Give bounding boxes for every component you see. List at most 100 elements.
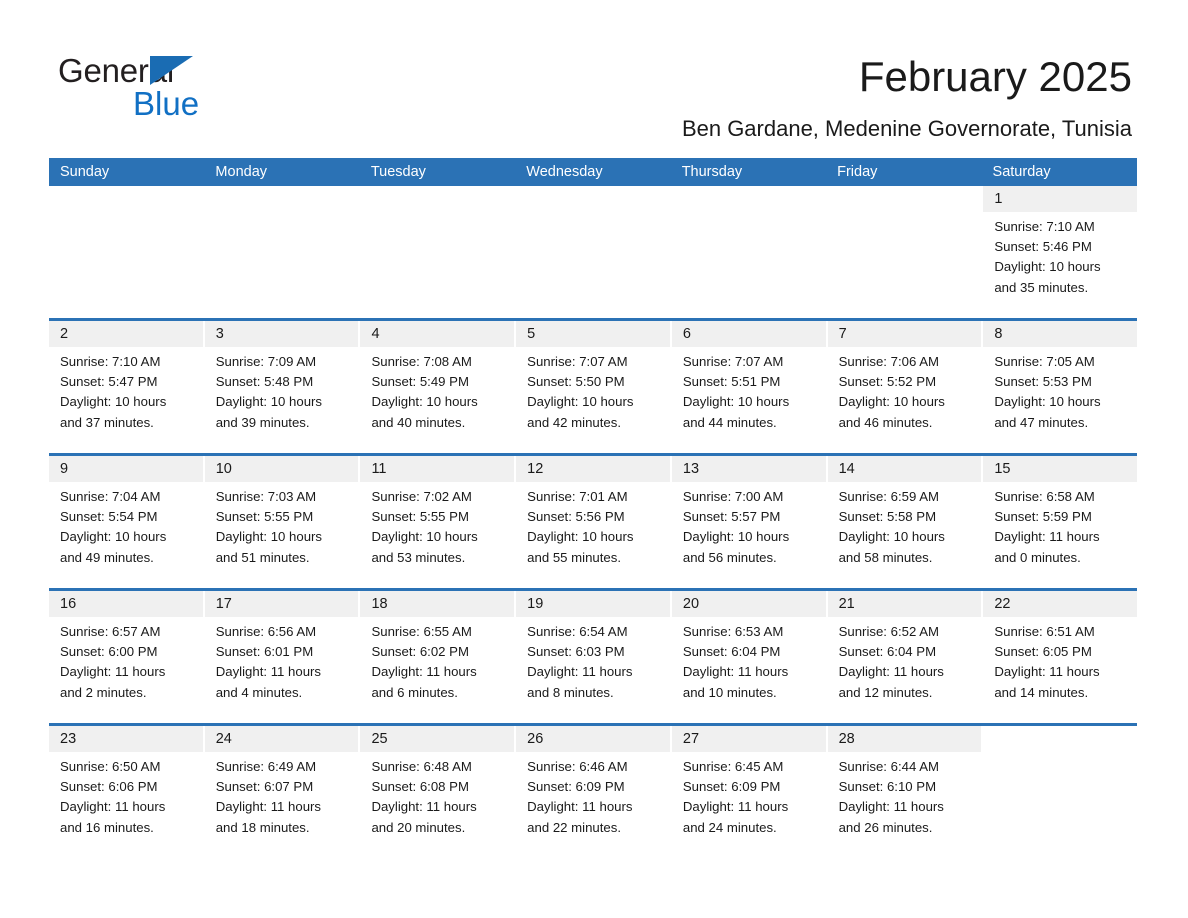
day-details: Sunrise: 7:02 AM Sunset: 5:55 PM Dayligh… bbox=[360, 482, 514, 568]
sunset-text: Sunset: 6:04 PM bbox=[838, 644, 937, 660]
sunset-text: Sunset: 6:02 PM bbox=[371, 644, 469, 660]
daylight-text-line2: and 56 minutes. bbox=[682, 549, 777, 565]
sunrise-text: Sunrise: 6:55 AM bbox=[371, 624, 472, 639]
day-number: 3 bbox=[204, 321, 359, 347]
day-cell[interactable]: 22 Sunrise: 6:51 AM Sunset: 6:05 PM Dayl… bbox=[983, 591, 1138, 723]
weekday-header-monday: Monday bbox=[215, 164, 268, 180]
day-cell[interactable]: 13 Sunrise: 7:00 AM Sunset: 5:57 PM Dayl… bbox=[671, 456, 828, 588]
calendar-page: General Blue February 2025 Ben Gardane, … bbox=[0, 0, 1188, 918]
day-cell[interactable]: 8 Sunrise: 7:05 AM Sunset: 5:53 PM Dayli… bbox=[983, 321, 1138, 453]
day-number bbox=[516, 186, 670, 212]
day-cell[interactable]: 1 Sunrise: 7:10 AM Sunset: 5:46 PM Dayli… bbox=[983, 186, 1138, 318]
sunrise-text: Sunrise: 7:04 AM bbox=[60, 489, 161, 504]
day-cell[interactable]: 10 Sunrise: 7:03 AM Sunset: 5:55 PM Dayl… bbox=[204, 456, 361, 588]
day-cell[interactable]: 27 Sunrise: 6:45 AM Sunset: 6:09 PM Dayl… bbox=[671, 726, 828, 858]
daylight-text-line2: and 20 minutes. bbox=[371, 819, 466, 835]
day-number: 22 bbox=[983, 591, 1138, 617]
sunset-text: Sunset: 5:55 PM bbox=[371, 509, 469, 525]
sunset-text: Sunset: 5:58 PM bbox=[838, 509, 937, 525]
day-cell bbox=[516, 186, 672, 318]
sunset-text: Sunset: 6:04 PM bbox=[682, 644, 781, 660]
day-details: Sunrise: 7:10 AM Sunset: 5:47 PM Dayligh… bbox=[49, 347, 203, 433]
day-number: 19 bbox=[516, 591, 670, 617]
generalblue-logo[interactable]: General Blue bbox=[58, 52, 378, 132]
day-number: 17 bbox=[204, 591, 359, 617]
day-cell[interactable]: 28 Sunrise: 6:44 AM Sunset: 6:10 PM Dayl… bbox=[827, 726, 984, 858]
day-cell[interactable]: 14 Sunrise: 6:59 AM Sunset: 5:58 PM Dayl… bbox=[827, 456, 984, 588]
sunset-text: Sunset: 6:06 PM bbox=[60, 779, 158, 795]
day-details: Sunrise: 7:07 AM Sunset: 5:50 PM Dayligh… bbox=[516, 347, 670, 433]
daylight-text-line2: and 58 minutes. bbox=[838, 549, 933, 565]
day-cell[interactable]: 24 Sunrise: 6:49 AM Sunset: 6:07 PM Dayl… bbox=[204, 726, 361, 858]
day-details: Sunrise: 6:51 AM Sunset: 6:05 PM Dayligh… bbox=[983, 617, 1137, 703]
sunset-text: Sunset: 5:52 PM bbox=[838, 374, 937, 390]
day-cell[interactable]: 7 Sunrise: 7:06 AM Sunset: 5:52 PM Dayli… bbox=[827, 321, 984, 453]
day-cell bbox=[827, 186, 984, 318]
daylight-text-line1: Daylight: 10 hours bbox=[838, 529, 945, 545]
day-cell[interactable]: 23 Sunrise: 6:50 AM Sunset: 6:06 PM Dayl… bbox=[49, 726, 205, 858]
day-cell[interactable]: 9 Sunrise: 7:04 AM Sunset: 5:54 PM Dayli… bbox=[49, 456, 205, 588]
logo-word-blue: Blue bbox=[133, 85, 200, 122]
day-number: 7 bbox=[827, 321, 982, 347]
day-cell[interactable]: 2 Sunrise: 7:10 AM Sunset: 5:47 PM Dayli… bbox=[49, 321, 205, 453]
day-number bbox=[360, 186, 514, 212]
day-cell bbox=[204, 186, 361, 318]
day-cell[interactable]: 4 Sunrise: 7:08 AM Sunset: 5:49 PM Dayli… bbox=[360, 321, 517, 453]
weekday-header-tuesday: Tuesday bbox=[370, 164, 426, 180]
day-number: 25 bbox=[360, 726, 515, 752]
day-number: 11 bbox=[360, 456, 515, 482]
day-cell[interactable]: 15 Sunrise: 6:58 AM Sunset: 5:59 PM Dayl… bbox=[983, 456, 1138, 588]
sunrise-text: Sunrise: 6:51 AM bbox=[994, 624, 1095, 639]
sunset-text: Sunset: 6:05 PM bbox=[994, 644, 1092, 660]
day-cell[interactable]: 26 Sunrise: 6:46 AM Sunset: 6:09 PM Dayl… bbox=[516, 726, 672, 858]
sunrise-text: Sunrise: 7:08 AM bbox=[371, 354, 472, 369]
day-details: Sunrise: 6:57 AM Sunset: 6:00 PM Dayligh… bbox=[49, 617, 203, 703]
day-details: Sunrise: 7:05 AM Sunset: 5:53 PM Dayligh… bbox=[983, 347, 1137, 433]
page-title: February 2025 bbox=[858, 53, 1132, 100]
daylight-text-line1: Daylight: 11 hours bbox=[60, 799, 166, 815]
day-cell[interactable]: 6 Sunrise: 7:07 AM Sunset: 5:51 PM Dayli… bbox=[671, 321, 828, 453]
day-cell[interactable]: 20 Sunrise: 6:53 AM Sunset: 6:04 PM Dayl… bbox=[671, 591, 828, 723]
day-details: Sunrise: 6:58 AM Sunset: 5:59 PM Dayligh… bbox=[983, 482, 1137, 568]
sunset-text: Sunset: 6:03 PM bbox=[527, 644, 625, 660]
sunrise-text: Sunrise: 6:46 AM bbox=[527, 759, 628, 774]
daylight-text-line1: Daylight: 11 hours bbox=[371, 799, 477, 815]
day-details: Sunrise: 7:10 AM Sunset: 5:46 PM Dayligh… bbox=[983, 212, 1137, 298]
daylight-text-line2: and 18 minutes. bbox=[215, 819, 310, 835]
day-cell[interactable]: 19 Sunrise: 6:54 AM Sunset: 6:03 PM Dayl… bbox=[516, 591, 672, 723]
day-details: Sunrise: 7:08 AM Sunset: 5:49 PM Dayligh… bbox=[360, 347, 514, 433]
sunrise-text: Sunrise: 7:09 AM bbox=[215, 354, 317, 369]
logo-triangle-icon bbox=[150, 56, 193, 85]
day-cell[interactable]: 3 Sunrise: 7:09 AM Sunset: 5:48 PM Dayli… bbox=[204, 321, 361, 453]
daylight-text-line2: and 16 minutes. bbox=[60, 819, 154, 835]
day-number: 18 bbox=[360, 591, 515, 617]
daylight-text-line2: and 6 minutes. bbox=[371, 684, 458, 700]
day-cell[interactable]: 21 Sunrise: 6:52 AM Sunset: 6:04 PM Dayl… bbox=[827, 591, 984, 723]
daylight-text-line2: and 55 minutes. bbox=[527, 549, 621, 565]
day-number: 9 bbox=[49, 456, 203, 482]
daylight-text-line1: Daylight: 10 hours bbox=[682, 394, 790, 410]
daylight-text-line2: and 46 minutes. bbox=[838, 414, 933, 430]
sunrise-text: Sunrise: 7:05 AM bbox=[994, 354, 1095, 369]
daylight-text-line2: and 24 minutes. bbox=[682, 819, 777, 835]
day-cell[interactable]: 16 Sunrise: 6:57 AM Sunset: 6:00 PM Dayl… bbox=[49, 591, 205, 723]
daylight-text-line2: and 4 minutes. bbox=[215, 684, 303, 700]
day-number: 4 bbox=[360, 321, 515, 347]
day-number: 12 bbox=[516, 456, 670, 482]
day-cell[interactable]: 12 Sunrise: 7:01 AM Sunset: 5:56 PM Dayl… bbox=[516, 456, 672, 588]
day-cell[interactable]: 11 Sunrise: 7:02 AM Sunset: 5:55 PM Dayl… bbox=[360, 456, 517, 588]
weekday-header-sunday: Sunday bbox=[60, 164, 110, 180]
daylight-text-line1: Daylight: 10 hours bbox=[60, 529, 167, 545]
calendar-week-row: 9 Sunrise: 7:04 AM Sunset: 5:54 PM Dayli… bbox=[49, 453, 1138, 588]
day-cell bbox=[983, 726, 1138, 858]
sunset-text: Sunset: 5:46 PM bbox=[994, 239, 1092, 255]
day-cell[interactable]: 25 Sunrise: 6:48 AM Sunset: 6:08 PM Dayl… bbox=[360, 726, 517, 858]
day-cell[interactable]: 17 Sunrise: 6:56 AM Sunset: 6:01 PM Dayl… bbox=[204, 591, 361, 723]
day-number: 23 bbox=[49, 726, 203, 752]
sunrise-text: Sunrise: 6:53 AM bbox=[682, 624, 784, 639]
daylight-text-line1: Daylight: 10 hours bbox=[994, 394, 1101, 410]
day-details: Sunrise: 6:56 AM Sunset: 6:01 PM Dayligh… bbox=[205, 617, 359, 703]
day-cell[interactable]: 5 Sunrise: 7:07 AM Sunset: 5:50 PM Dayli… bbox=[516, 321, 672, 453]
day-cell[interactable]: 18 Sunrise: 6:55 AM Sunset: 6:02 PM Dayl… bbox=[360, 591, 517, 723]
day-number: 6 bbox=[671, 321, 826, 347]
